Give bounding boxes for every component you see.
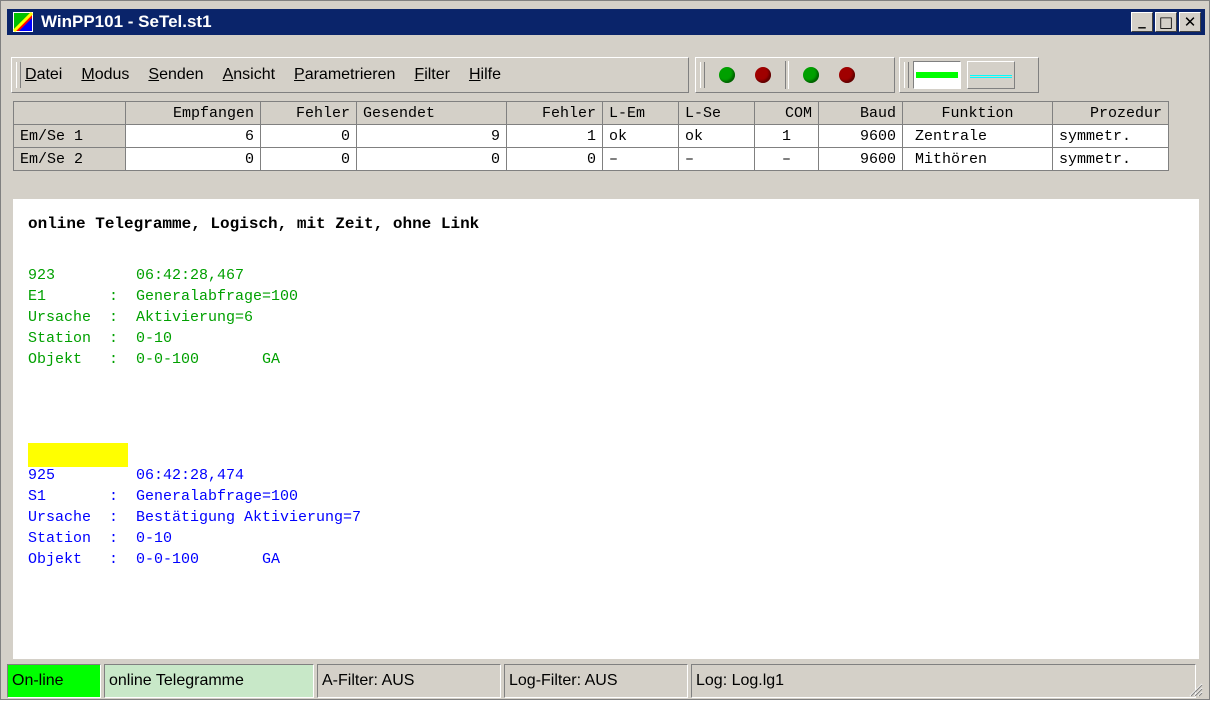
- table-cell: 0: [260, 147, 357, 171]
- table-header: Fehler: [506, 101, 603, 125]
- table-cell: 9600: [818, 147, 903, 171]
- led-send-red-icon: [839, 67, 855, 83]
- window-title: WinPP101 - SeTel.st1: [41, 12, 212, 31]
- table-header: Empfangen: [125, 101, 261, 125]
- telegram-line: Ursache : Aktivierung=6: [28, 309, 254, 326]
- table-cell: 0: [506, 147, 603, 171]
- close-button[interactable]: ✕: [1179, 12, 1201, 32]
- status-log-file: Log: Log.lg1: [691, 664, 1196, 698]
- table-header-row: Empfangen Fehler Gesendet Fehler L-Em L-…: [13, 101, 1169, 125]
- table-row-header: Em/Se 1: [13, 124, 126, 148]
- led-receive-red-icon: [755, 67, 771, 83]
- telegram-sent: 925 06:42:28,474 S1 : Generalabfrage=100…: [28, 465, 361, 570]
- table-cell: symmetr.: [1052, 124, 1169, 148]
- table-cell: 1: [506, 124, 603, 148]
- maximize-button[interactable]: □: [1155, 12, 1177, 32]
- menu-bar: Datei Modus Senden Ansicht Parametrieren…: [7, 39, 1205, 97]
- resize-grip-icon[interactable]: [1187, 681, 1203, 697]
- highlight-marker: [28, 443, 128, 467]
- toolbar-grip[interactable]: [700, 62, 705, 88]
- table-cell: ok: [602, 124, 679, 148]
- telegram-line: Objekt : 0-0-100 GA: [28, 551, 281, 568]
- table-cell: 1: [754, 124, 819, 148]
- telegram-line: Station : 0-10: [28, 530, 173, 547]
- table-cell: 0: [260, 124, 357, 148]
- telegram-line: E1 : Generalabfrage=100: [28, 288, 299, 305]
- table-header: L-Em: [602, 101, 679, 125]
- app-window: WinPP101 - SeTel.st1 _ □ ✕ Datei Modus S…: [0, 0, 1210, 700]
- table-cell: Zentrale: [902, 124, 1053, 148]
- status-bar: On-line online Telegramme A-Filter: AUS …: [7, 663, 1205, 699]
- telegram-line: 923 06:42:28,467: [28, 267, 245, 284]
- table-cell: –: [602, 147, 679, 171]
- table-cell: –: [754, 147, 819, 171]
- table-cell: ok: [678, 124, 755, 148]
- led-receive-green-icon: [719, 67, 735, 83]
- menu-datei[interactable]: Datei: [25, 66, 62, 84]
- telegram-line: Station : 0-10: [28, 330, 173, 347]
- minimize-button[interactable]: _: [1131, 11, 1153, 32]
- telegram-log-view[interactable]: online Telegramme, Logisch, mit Zeit, oh…: [13, 199, 1199, 659]
- menu-grip[interactable]: [16, 62, 21, 88]
- telegram-line: 925 06:42:28,474: [28, 467, 245, 484]
- table-header: Funktion: [902, 101, 1053, 125]
- title-bar[interactable]: WinPP101 - SeTel.st1 _ □ ✕: [7, 9, 1205, 35]
- table-cell: 0: [356, 147, 507, 171]
- status-a-filter: A-Filter: AUS: [317, 664, 501, 698]
- signal-panel-green: [913, 61, 961, 89]
- table-cell: 0: [125, 147, 261, 171]
- table-row-header: Em/Se 2: [13, 147, 126, 171]
- table-row: Em/Se 2 0 0 0 0 – – – 9600 Mithören symm…: [13, 147, 1169, 171]
- menu-container: Datei Modus Senden Ansicht Parametrieren…: [11, 57, 689, 93]
- status-online: On-line: [7, 664, 101, 698]
- table-header: [13, 101, 126, 125]
- status-mode: online Telegramme: [104, 664, 314, 698]
- menu-parametrieren[interactable]: Parametrieren: [294, 66, 395, 84]
- table-cell: Mithören: [902, 147, 1053, 171]
- status-led-toolbar: [695, 57, 895, 93]
- signal-panel-cyan: [967, 61, 1015, 89]
- table-header: Gesendet: [356, 101, 507, 125]
- table-header: Prozedur: [1052, 101, 1169, 125]
- menu-modus[interactable]: Modus: [81, 66, 129, 84]
- menu-filter[interactable]: Filter: [414, 66, 450, 84]
- telegram-line: Objekt : 0-0-100 GA: [28, 351, 281, 368]
- menu-hilfe[interactable]: Hilfe: [469, 66, 501, 84]
- telegram-line: S1 : Generalabfrage=100: [28, 488, 299, 505]
- table-cell: 6: [125, 124, 261, 148]
- table-row: Em/Se 1 6 0 9 1 ok ok 1 9600 Zentrale sy…: [13, 124, 1169, 148]
- table-cell: symmetr.: [1052, 147, 1169, 171]
- led-send-green-icon: [803, 67, 819, 83]
- telegram-received: 923 06:42:28,467 E1 : Generalabfrage=100…: [28, 265, 298, 370]
- table-header: Fehler: [260, 101, 357, 125]
- table-header: L-Se: [678, 101, 755, 125]
- menu-senden[interactable]: Senden: [148, 66, 203, 84]
- log-heading: online Telegramme, Logisch, mit Zeit, oh…: [28, 215, 480, 233]
- telegram-line: Ursache : Bestätigung Aktivierung=7: [28, 509, 362, 526]
- statistics-table: Empfangen Fehler Gesendet Fehler L-Em L-…: [13, 101, 1169, 171]
- menu-ansicht[interactable]: Ansicht: [223, 66, 275, 84]
- toolbar-grip-2[interactable]: [904, 62, 909, 88]
- table-cell: 9600: [818, 124, 903, 148]
- table-cell: –: [678, 147, 755, 171]
- table-header: Baud: [818, 101, 903, 125]
- status-log-filter: Log-Filter: AUS: [504, 664, 688, 698]
- signal-panel-toolbar: [899, 57, 1039, 93]
- table-header: COM: [754, 101, 819, 125]
- toolbar-separator: [785, 61, 789, 89]
- app-icon: [12, 11, 34, 33]
- table-cell: 9: [356, 124, 507, 148]
